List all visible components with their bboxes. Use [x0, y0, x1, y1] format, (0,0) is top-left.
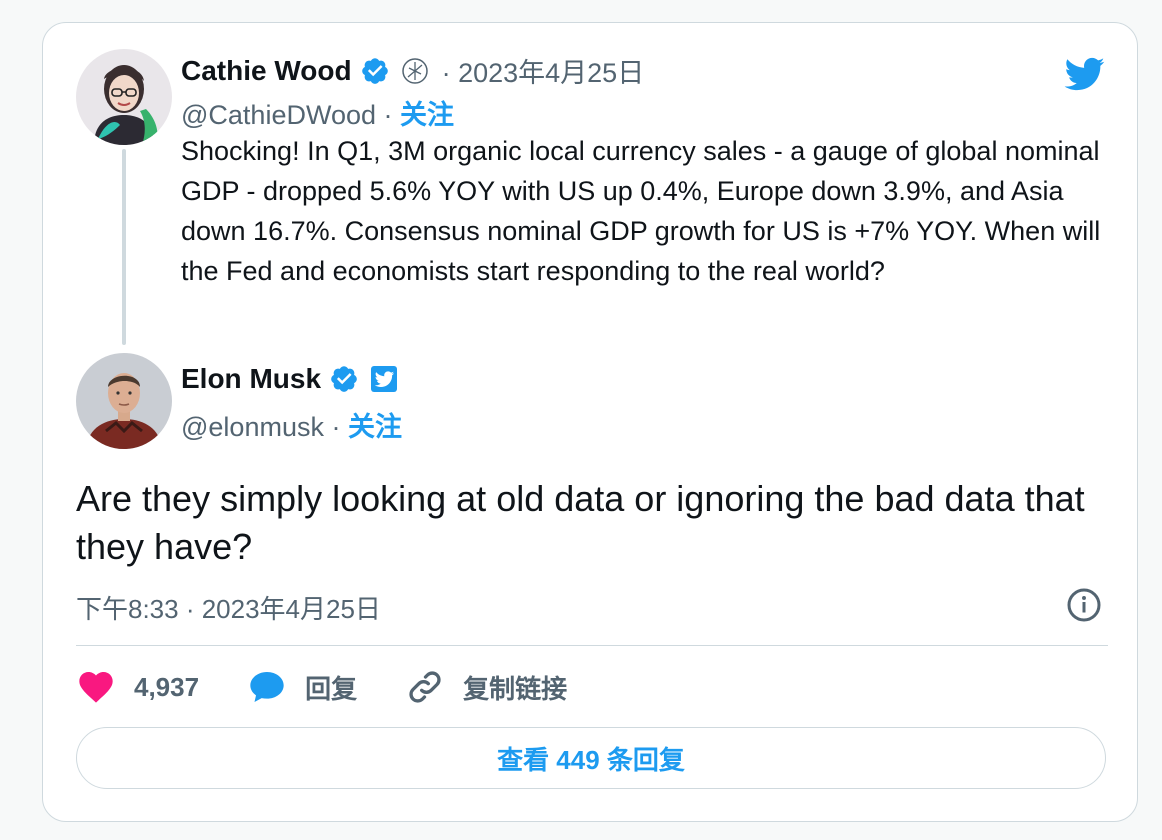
speech-bubble-icon	[250, 672, 284, 702]
author-handle[interactable]: @elonmusk	[181, 412, 324, 442]
avatar-cathie-wood[interactable]	[76, 49, 172, 145]
quoted-handle-row: @CathieDWood · 关注	[181, 93, 454, 132]
divider	[76, 645, 1108, 646]
twitter-affiliate-badge-icon	[371, 366, 398, 392]
copy-link-label: 复制链接	[463, 673, 568, 704]
heart-icon	[79, 672, 113, 703]
affiliate-badge-icon	[401, 57, 428, 84]
separator-dot: ·	[331, 412, 348, 442]
follow-elon-button[interactable]: 关注	[348, 412, 402, 442]
quoted-tweet-date[interactable]: · 2023年4月25日	[442, 51, 645, 90]
avatar-elon-musk[interactable]	[76, 353, 172, 449]
tweet-embed-card: Cathie Wood · 2023年4月25日 @CathieDWood · …	[42, 22, 1138, 822]
separator-dot: ·	[383, 100, 401, 130]
tweet-actions: 4,937 回复 复制链接	[76, 667, 615, 707]
reply-button[interactable]: 回复	[247, 667, 357, 707]
quoted-author-handle[interactable]: @CathieDWood	[181, 100, 376, 130]
like-count: 4,937	[134, 671, 200, 702]
quoted-author-name[interactable]: Cathie Wood	[181, 55, 352, 87]
tweet-timestamp[interactable]: 下午8:33 · 2023年4月25日	[76, 589, 381, 626]
author-name[interactable]: Elon Musk	[181, 363, 321, 395]
reply-label: 回复	[305, 673, 358, 704]
copy-link-button[interactable]: 复制链接	[405, 667, 567, 707]
like-button[interactable]: 4,937	[76, 667, 199, 707]
tweet-text: Are they simply looking at old data or i…	[76, 478, 1085, 567]
quoted-author-row: Cathie Wood · 2023年4月25日	[181, 51, 644, 90]
link-icon	[409, 671, 441, 703]
follow-cathie-button[interactable]: 关注	[400, 100, 454, 130]
verified-icon	[361, 57, 388, 84]
view-replies-button[interactable]: 查看 449 条回复	[76, 727, 1106, 789]
quoted-tweet-text: Shocking! In Q1, 3M organic local curren…	[181, 136, 1101, 286]
author-row: Elon Musk	[181, 363, 399, 395]
thread-connector-line	[122, 149, 126, 345]
twitter-bird-icon[interactable]	[1059, 53, 1109, 95]
info-icon[interactable]	[1066, 587, 1102, 623]
handle-row: @elonmusk · 关注	[181, 405, 402, 444]
verified-icon	[331, 366, 357, 392]
